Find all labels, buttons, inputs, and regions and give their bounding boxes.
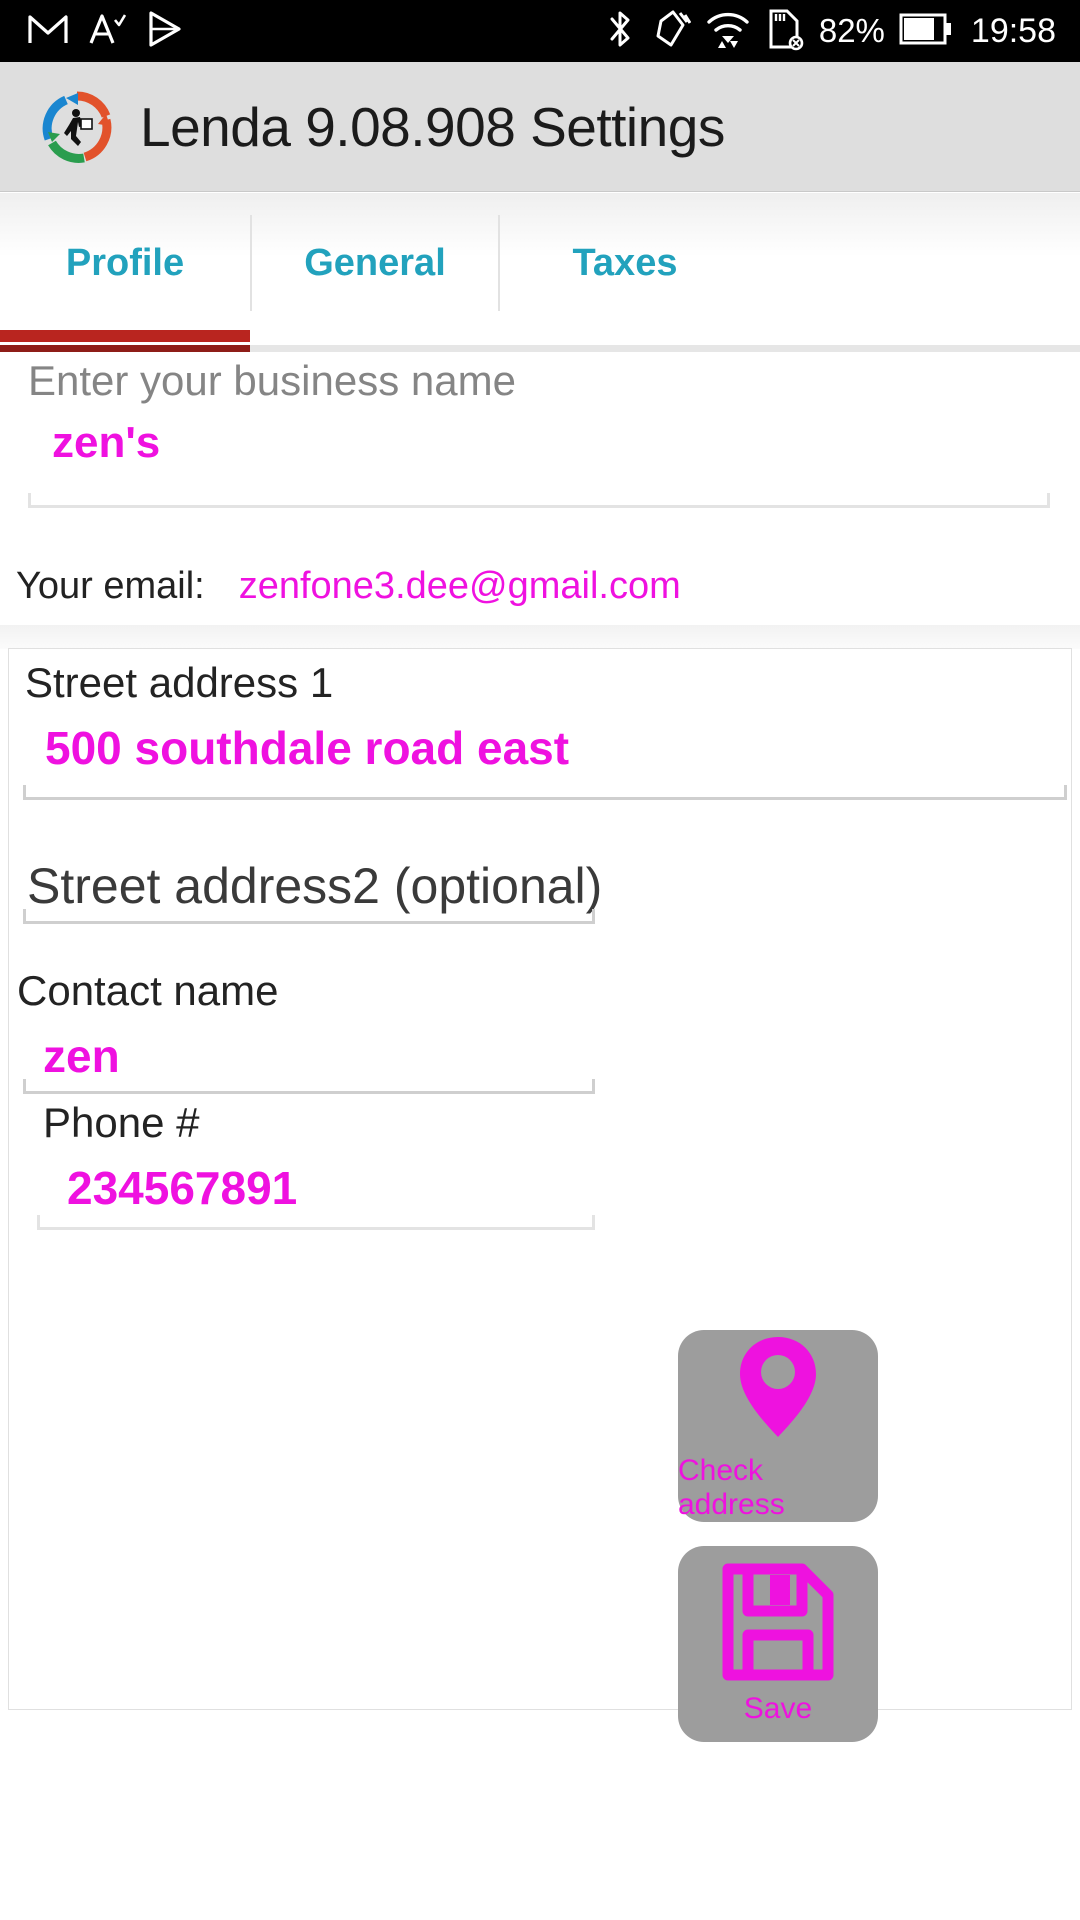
tab-taxes-label: Taxes [572, 241, 678, 284]
tab-profile[interactable]: Profile [0, 215, 250, 311]
business-name-placeholder: Enter your business name [28, 357, 516, 404]
tab-general-label: General [304, 241, 446, 284]
contact-name-field[interactable]: Contact name zen [17, 967, 617, 1083]
email-label: Your email: [16, 565, 205, 607]
battery-percent-label: 82% [818, 12, 885, 49]
street-address-2-underline [23, 909, 595, 924]
contact-name-value: zen [43, 1030, 120, 1082]
tab-bar-divider [0, 345, 1080, 352]
active-tab-indicator-shadow [0, 345, 250, 352]
floppy-disk-icon [718, 1563, 838, 1686]
page-title: Lenda 9.08.908 Settings [140, 95, 725, 158]
contact-name-underline [23, 1079, 595, 1094]
font-size-icon [88, 12, 127, 51]
lenda-circular-runner-logo [40, 90, 114, 164]
phone-underline [37, 1215, 595, 1230]
check-address-button[interactable]: Check address [678, 1330, 878, 1522]
phone-label: Phone # [43, 1099, 200, 1146]
street-address-2-field[interactable]: Street address2 (optional) [17, 857, 617, 915]
tab-profile-label: Profile [65, 241, 185, 284]
app-bar: Lenda 9.08.908 Settings [0, 62, 1080, 192]
sd-card-removed-icon [765, 7, 805, 56]
business-name-field[interactable]: Enter your business name zen's [0, 357, 1080, 508]
street-address-1-value: 500 southdale road east [45, 722, 570, 774]
active-tab-indicator [0, 330, 250, 342]
save-label: Save [743, 1691, 813, 1725]
phone-value: 234567891 [67, 1162, 298, 1214]
save-button[interactable]: Save [678, 1546, 878, 1742]
contact-name-label: Contact name [17, 967, 279, 1014]
wifi-icon [705, 8, 751, 55]
email-row: Your email: zenfone3.dee@gmail.com [16, 565, 1056, 608]
tab-general[interactable]: General [250, 215, 500, 311]
tab-bar: Profile General Taxes [0, 193, 1080, 345]
street-address-1-underline [23, 785, 1067, 800]
status-bar-notifications [28, 10, 186, 52]
address-card: Street address 1 500 southdale road east… [8, 648, 1072, 1742]
app-screen: 82% 19:58 Lenda 9.08.908 Settings Profil… [0, 0, 1080, 1920]
gmail-icon [28, 13, 68, 50]
street-address-2-placeholder: Street address2 (optional) [27, 858, 603, 914]
status-bar-system: 82% 19:58 [605, 7, 1056, 56]
street-address-1-field[interactable]: Street address 1 500 southdale road east [17, 659, 1067, 775]
vibrate-icon [649, 9, 692, 54]
card-top-shadow [0, 625, 1080, 649]
map-pin-icon [729, 1331, 827, 1448]
phone-field[interactable]: Phone # 234567891 [17, 1099, 617, 1215]
email-value: zenfone3.dee@gmail.com [238, 565, 681, 607]
bluetooth-icon [605, 9, 635, 54]
play-store-icon [146, 10, 186, 52]
street-address-1-label: Street address 1 [25, 659, 334, 706]
tab-taxes[interactable]: Taxes [500, 215, 750, 311]
battery-icon [899, 12, 953, 51]
business-name-value: zen's [52, 418, 161, 467]
check-address-label: Check address [678, 1453, 785, 1521]
status-bar: 82% 19:58 [0, 0, 1080, 62]
business-name-underline [28, 493, 1050, 508]
status-bar-clock: 19:58 [970, 11, 1056, 50]
